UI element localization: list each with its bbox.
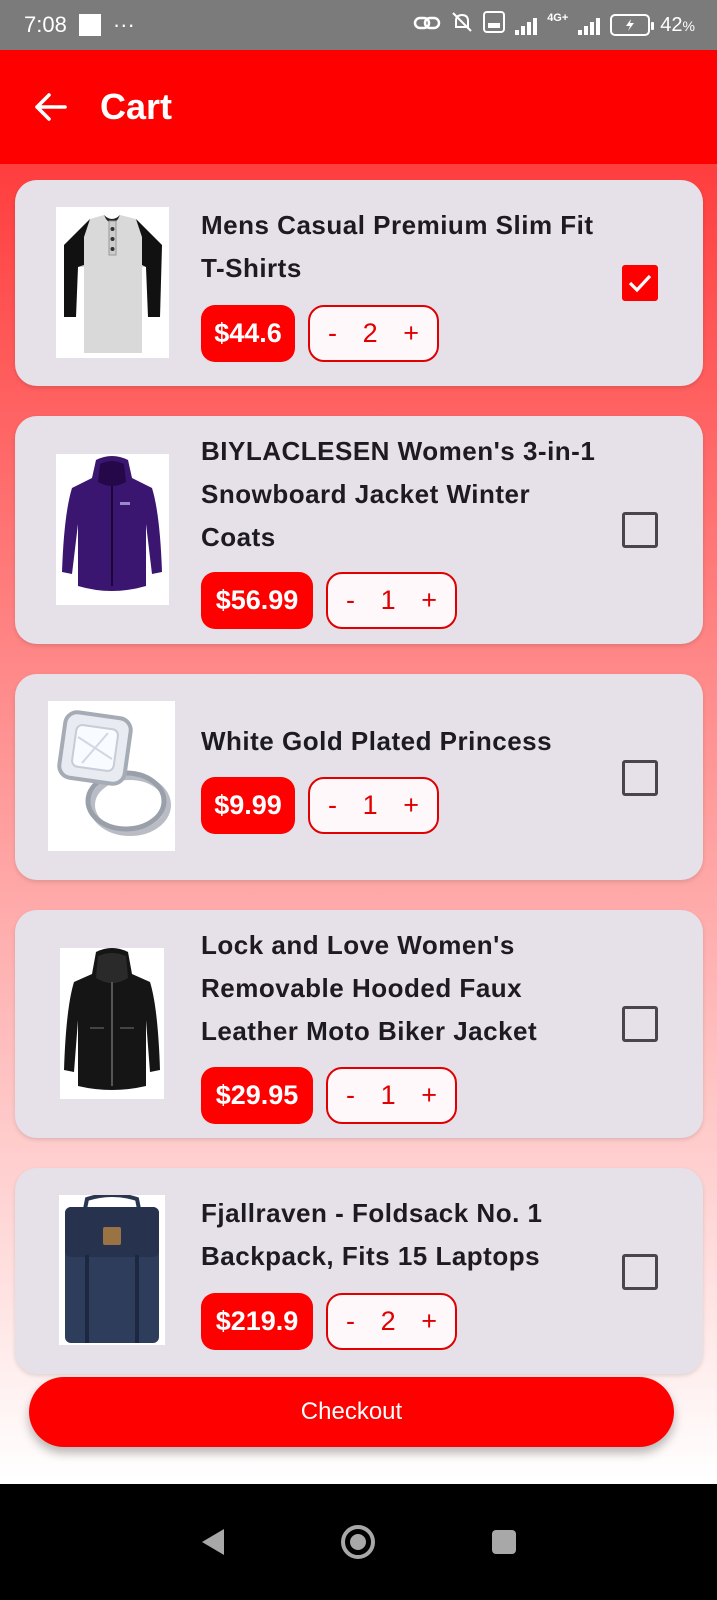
- checkmark-icon: [628, 274, 652, 293]
- cart-item-card: White Gold Plated Princess $9.99 - 1 +: [15, 674, 703, 880]
- tshirt-image[interactable]: [56, 207, 169, 358]
- item-title: BIYLACLESEN Women's 3-in-1 Snowboard Jac…: [201, 436, 596, 552]
- volte-icon: [483, 11, 506, 39]
- ring-image[interactable]: [48, 701, 175, 851]
- price-badge: $219.9: [201, 1293, 313, 1350]
- app-bar: Cart: [0, 50, 717, 164]
- quantity-stepper: - 2 +: [326, 1293, 457, 1350]
- nav-back-icon[interactable]: [188, 1517, 238, 1567]
- increment-button[interactable]: +: [421, 585, 437, 616]
- signal-icon-2: [578, 15, 601, 35]
- arrow-left-icon[interactable]: [30, 87, 70, 127]
- checkout-button[interactable]: Checkout: [29, 1377, 674, 1447]
- decrement-button[interactable]: -: [328, 318, 337, 349]
- decrement-button[interactable]: -: [346, 1306, 355, 1337]
- select-checkbox[interactable]: [622, 760, 658, 796]
- select-checkbox[interactable]: [622, 1006, 658, 1042]
- select-checkbox[interactable]: [622, 1254, 658, 1290]
- more-notifications-icon: ···: [112, 12, 135, 37]
- status-bar-right: 4G+ 42%: [413, 11, 695, 39]
- cart-item-card: Mens Casual Premium Slim Fit T-Shirts $4…: [15, 180, 703, 386]
- item-title: Lock and Love Women's Removable Hooded F…: [201, 930, 538, 1046]
- status-bar: 7:08 ··· 4G+ 42%: [0, 0, 717, 50]
- item-title: Mens Casual Premium Slim Fit T-Shirts: [201, 210, 594, 283]
- status-bar-left: 7:08 ···: [24, 12, 135, 38]
- cart-item-card: Lock and Love Women's Removable Hooded F…: [15, 910, 703, 1138]
- quantity-stepper: - 1 +: [326, 1067, 457, 1124]
- increment-button[interactable]: +: [421, 1080, 437, 1111]
- nav-home-icon[interactable]: [333, 1517, 383, 1567]
- select-checkbox[interactable]: [622, 512, 658, 548]
- increment-button[interactable]: +: [403, 318, 419, 349]
- price-badge: $9.99: [201, 777, 295, 834]
- quantity-value: 2: [380, 1306, 396, 1336]
- quantity-value: 1: [380, 585, 396, 615]
- decrement-button[interactable]: -: [328, 790, 337, 821]
- battery-unit: %: [682, 17, 695, 34]
- decrement-button[interactable]: -: [346, 1080, 355, 1111]
- increment-button[interactable]: +: [403, 790, 419, 821]
- price-badge: $44.6: [201, 305, 295, 362]
- backpack-image[interactable]: [59, 1195, 165, 1345]
- notification-square-icon: [78, 14, 101, 36]
- page-title: Cart: [100, 86, 173, 127]
- signal-icon-1: [515, 15, 538, 35]
- system-nav-bar: [0, 1484, 717, 1600]
- status-time: 7:08: [24, 12, 67, 37]
- increment-button[interactable]: +: [421, 1306, 437, 1337]
- leather-jacket-image[interactable]: [60, 948, 164, 1099]
- quantity-stepper: - 1 +: [308, 777, 439, 834]
- quantity-value: 1: [362, 790, 378, 820]
- battery-charging-icon: [610, 14, 655, 36]
- decrement-button[interactable]: -: [346, 585, 355, 616]
- item-title: Fjallraven - Foldsack No. 1 Backpack, Fi…: [201, 1198, 543, 1271]
- item-title: White Gold Plated Princess: [201, 726, 553, 756]
- battery-percent: 42%: [660, 14, 695, 37]
- purple-jacket-image[interactable]: [56, 454, 169, 605]
- network-type-label: 4G+: [547, 12, 569, 24]
- cart-item-card: Fjallraven - Foldsack No. 1 Backpack, Fi…: [15, 1168, 703, 1374]
- quantity-stepper: - 2 +: [308, 305, 439, 362]
- bell-muted-icon: [451, 11, 473, 39]
- price-badge: $56.99: [201, 572, 313, 629]
- link-icon: [413, 13, 441, 38]
- quantity-value: 1: [380, 1080, 396, 1110]
- battery-level: 42: [660, 13, 683, 36]
- price-badge: $29.95: [201, 1067, 313, 1124]
- select-checkbox[interactable]: [622, 265, 658, 301]
- quantity-stepper: - 1 +: [326, 572, 457, 629]
- nav-recents-icon[interactable]: [479, 1517, 529, 1567]
- quantity-value: 2: [362, 318, 378, 348]
- cart-item-card: BIYLACLESEN Women's 3-in-1 Snowboard Jac…: [15, 416, 703, 644]
